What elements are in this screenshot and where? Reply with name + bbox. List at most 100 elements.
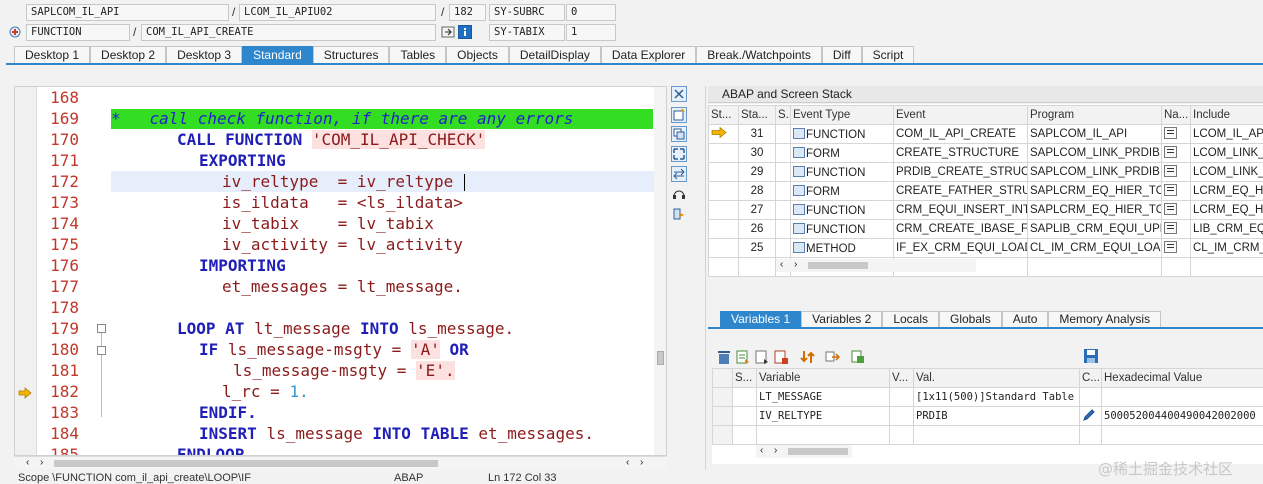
var-tab-variables-1[interactable]: Variables 1	[720, 311, 802, 327]
line-number: 178	[50, 298, 79, 317]
stack-row[interactable]: 29 FUNCTION PRDIB_CREATE_STRUCT...SAPLCOM_…	[708, 162, 1263, 182]
scroll-thumb[interactable]	[808, 262, 868, 269]
tab-diff[interactable]: Diff	[821, 46, 862, 63]
variables-column-header[interactable]: C...	[1079, 368, 1102, 388]
stack-horizontal-scrollbar[interactable]: ‹ ›	[776, 259, 976, 272]
scroll-right-icon[interactable]: ›	[794, 259, 797, 270]
stack-event-type-label: METHOD	[806, 242, 856, 255]
tab-script[interactable]: Script	[861, 46, 915, 63]
source-editor[interactable]: * call check function, if there are any …	[14, 86, 667, 456]
breakpoint-gutter[interactable]	[15, 87, 37, 455]
status-bar: Scope \FUNCTION com_il_api_create\LOOP\I…	[14, 472, 669, 484]
variable-empty-row[interactable]	[712, 425, 1263, 445]
variable-row[interactable]: LT_MESSAGE [1x11(500)]Standard Table	[712, 387, 1263, 407]
var-tab-auto[interactable]: Auto	[1001, 311, 1049, 327]
tab-break-watchpoints[interactable]: Break./Watchpoints	[696, 46, 822, 63]
navigate-source-icon[interactable]	[1164, 165, 1177, 177]
stack-column-header[interactable]: Program	[1027, 105, 1162, 125]
stack-row[interactable]: 28 FORM CREATE_FATHER_STRU... SAPLCRM_EQ_HI…	[708, 181, 1263, 201]
services-tool-icon[interactable]	[671, 186, 687, 202]
edit-icon[interactable]	[754, 349, 770, 365]
stack-row[interactable]: 27 FUNCTION CRM_EQUI_INSERT_INT... SAPLCRM_…	[708, 200, 1263, 220]
navigate-source-icon[interactable]	[1164, 127, 1177, 139]
var-tab-variables-2[interactable]: Variables 2	[801, 311, 883, 327]
tab-desktop-1[interactable]: Desktop 1	[14, 46, 91, 63]
variables-column-header[interactable]: Hexadecimal Value	[1101, 368, 1263, 388]
var-tab-globals[interactable]: Globals	[939, 311, 1002, 327]
stack-column-header[interactable]: St...	[708, 105, 739, 125]
variable-name-input[interactable]: IV_RELTYPE	[756, 406, 890, 426]
navigate-source-icon[interactable]	[1164, 203, 1177, 215]
save-icon[interactable]	[1083, 348, 1099, 364]
stack-column-header[interactable]: Event Type	[790, 105, 894, 125]
maximize-icon[interactable]	[671, 146, 687, 162]
transfer-icon[interactable]	[824, 349, 840, 365]
tab-tables[interactable]: Tables	[389, 46, 447, 63]
stack-column-header[interactable]: Include	[1190, 105, 1263, 125]
param-value: lv_tabix	[356, 214, 434, 233]
navigate-source-icon[interactable]	[1164, 241, 1177, 253]
tab-standard[interactable]: Standard	[242, 46, 313, 63]
fold-marker[interactable]	[97, 324, 106, 333]
row-selector[interactable]	[712, 406, 733, 426]
scroll-right-icon[interactable]: ›	[774, 445, 777, 456]
variables-column-header[interactable]: Variable	[756, 368, 890, 388]
delete-icon[interactable]	[716, 349, 732, 365]
navigate-source-icon[interactable]	[1164, 222, 1177, 234]
scroll-thumb[interactable]	[657, 351, 664, 365]
variables-column-header[interactable]: V...	[889, 368, 914, 388]
stack-column-header[interactable]: Na...	[1161, 105, 1191, 125]
stack-row[interactable]: 26 FUNCTION CRM_CREATE_IBASE_FR...SAPLIB_C…	[708, 219, 1263, 239]
variables-horizontal-scrollbar[interactable]: ‹ ›	[756, 445, 852, 458]
var-tab-locals[interactable]: Locals	[882, 311, 939, 327]
param-value: lv_activity	[356, 235, 463, 254]
swap-tool-icon[interactable]	[671, 166, 687, 182]
scroll-right-icon[interactable]: ›	[640, 457, 643, 468]
tab-data-explorer[interactable]: Data Explorer	[600, 46, 697, 63]
stack-program: SAPLCOM_IL_API	[1027, 124, 1162, 144]
close-editor-icon[interactable]	[671, 86, 687, 102]
variable-row[interactable]: IV_RELTYPE PRDIB 500052004400490042002000	[712, 406, 1263, 426]
scroll-right-icon[interactable]: ›	[40, 457, 43, 468]
row-selector[interactable]	[712, 387, 733, 407]
stack-row[interactable]: 25METHODIF_EX_CRM_EQUI_LOAD...CL_IM_CRM_…	[708, 238, 1263, 258]
fold-marker[interactable]	[97, 346, 106, 355]
scroll-left-icon[interactable]: ‹	[760, 445, 763, 456]
variables-column-header[interactable]: S...	[732, 368, 757, 388]
change-icon[interactable]	[773, 349, 789, 365]
variable-name-input[interactable]	[756, 425, 890, 445]
new-tool-icon[interactable]	[671, 107, 687, 123]
variable-name-input[interactable]: LT_MESSAGE	[756, 387, 890, 407]
scroll-thumb[interactable]	[788, 448, 848, 455]
edit-value-icon[interactable]	[1082, 408, 1096, 422]
stack-column-header[interactable]: Event	[893, 105, 1028, 125]
stack-row[interactable]: 31 FUNCTION COM_IL_API_CREATE SAPLCOM_IL_AP…	[708, 124, 1263, 144]
navigate-icon[interactable]	[441, 25, 455, 39]
tab-structures[interactable]: Structures	[312, 46, 390, 63]
sort-icon[interactable]	[800, 349, 816, 365]
scroll-left-icon[interactable]: ‹	[780, 259, 783, 270]
navigate-source-icon[interactable]	[1164, 146, 1177, 158]
scroll-left-icon[interactable]: ‹	[626, 457, 629, 468]
stack-row[interactable]: 30 FORM CREATE_STRUCTURE SAPLCOM_LINK_PRDIB…	[708, 143, 1263, 163]
scroll-thumb[interactable]	[54, 460, 438, 467]
detail-icon[interactable]	[735, 349, 751, 365]
settings-tool-icon[interactable]	[671, 206, 687, 222]
export-icon[interactable]	[850, 349, 866, 365]
replace-tool-icon[interactable]	[671, 126, 687, 142]
editor-vertical-scrollbar[interactable]	[654, 87, 666, 455]
stack-event-type: FUNCTION	[790, 162, 894, 182]
editor-horizontal-scrollbar[interactable]: ‹ › ‹ ›	[14, 456, 667, 469]
tab-objects[interactable]: Objects	[446, 46, 509, 63]
stack-column-header[interactable]: S...	[775, 105, 791, 125]
tab-desktop-3[interactable]: Desktop 3	[166, 46, 243, 63]
variables-column-header[interactable]: Val.	[913, 368, 1080, 388]
tab-detaildisplay[interactable]: DetailDisplay	[508, 46, 601, 63]
info-icon[interactable]	[458, 25, 472, 39]
navigate-source-icon[interactable]	[1164, 184, 1177, 196]
var-tab-memory-analysis[interactable]: Memory Analysis	[1048, 311, 1162, 327]
scroll-left-icon[interactable]: ‹	[26, 457, 29, 468]
stack-column-header[interactable]: Sta...	[738, 105, 776, 125]
row-selector[interactable]	[712, 425, 733, 445]
tab-desktop-2[interactable]: Desktop 2	[90, 46, 167, 63]
